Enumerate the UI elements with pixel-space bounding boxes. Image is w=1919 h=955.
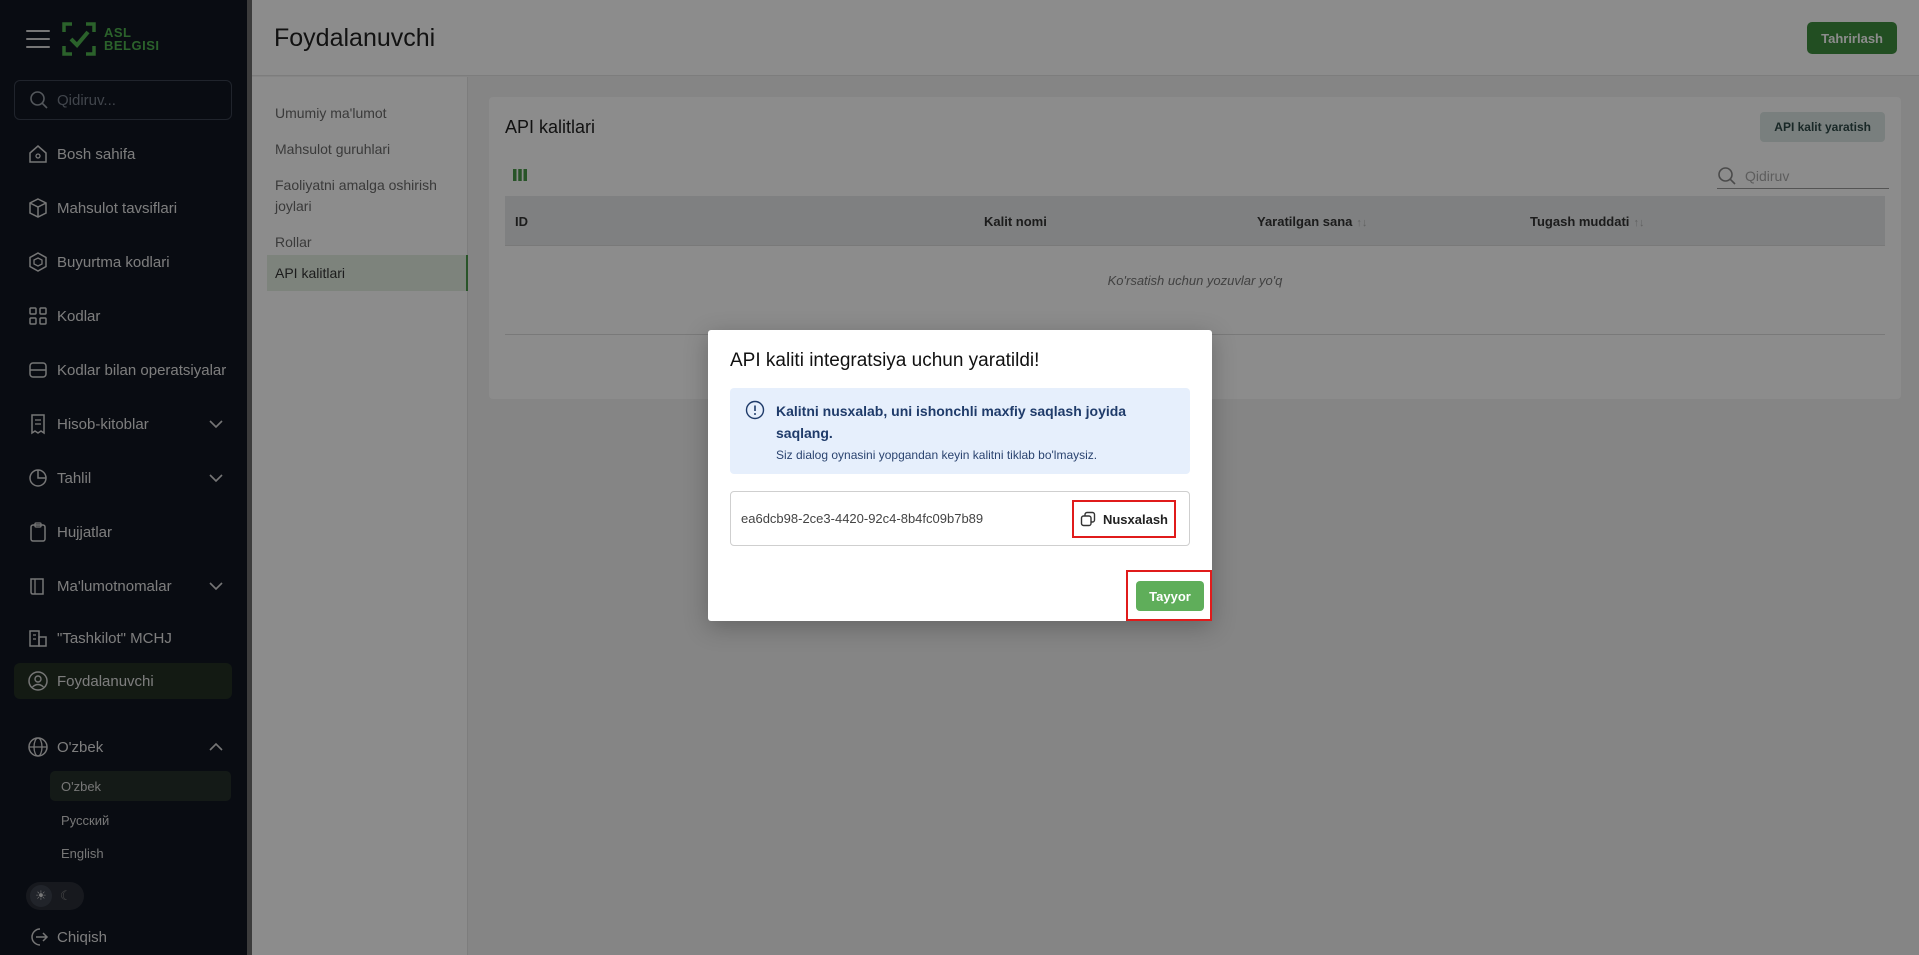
dialog-title: API kaliti integratsiya uchun yaratildi! xyxy=(730,350,1040,371)
api-key-created-dialog: API kaliti integratsiya uchun yaratildi!… xyxy=(708,330,1212,621)
copy-label: Nusxalash xyxy=(1102,511,1169,527)
copy-button[interactable]: Nusxalash xyxy=(1072,500,1176,538)
done-button[interactable]: Tayyor xyxy=(1136,581,1204,611)
alert-title: Kalitni nusxalab, uni ishonchli maxfiy s… xyxy=(776,403,1127,441)
info-alert: Kalitni nusxalab, uni ishonchli maxfiy s… xyxy=(730,388,1190,474)
api-key-value: ea6dcb98-2ce3-4420-92c4-8b4fc09b7b89 xyxy=(741,511,984,526)
api-key-field: ea6dcb98-2ce3-4420-92c4-8b4fc09b7b89 Nus… xyxy=(730,491,1190,546)
alert-description: Siz dialog oynasini yopgandan keyin kali… xyxy=(776,448,1098,462)
info-icon xyxy=(745,400,765,420)
copy-icon xyxy=(1080,511,1096,527)
